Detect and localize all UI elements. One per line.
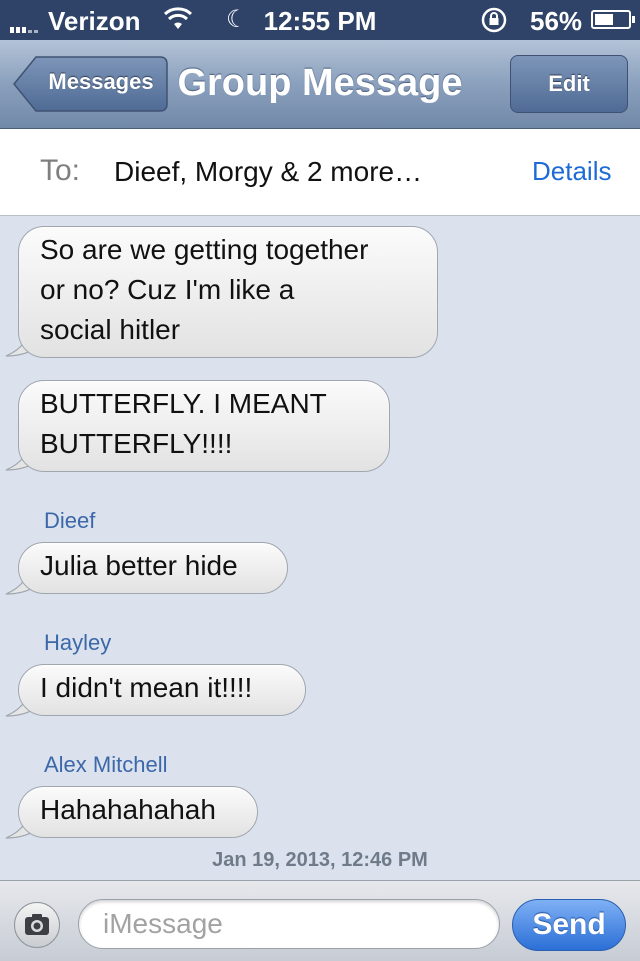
message-bubble-2[interactable]: BUTTERFLY. I MEANT BUTTERFLY!!!! xyxy=(18,380,390,472)
sender-name: Alex Mitchell xyxy=(44,752,168,777)
message-bubble-5[interactable]: Hahahahahah xyxy=(18,786,258,838)
sender-name: Hayley xyxy=(44,630,112,655)
message-line: Hahahahahah xyxy=(40,794,216,825)
battery-percent: 56% xyxy=(530,6,583,36)
message-line: BUTTERFLY!!!! xyxy=(40,428,233,459)
message-line: Julia better hide xyxy=(40,550,238,581)
message-bubble-4[interactable]: I didn't mean it!!!! xyxy=(18,664,306,716)
details-button[interactable]: Details xyxy=(532,156,611,187)
battery-icon xyxy=(591,10,635,29)
recipients-bar: To: Dieef, Morgy & 2 more… Details xyxy=(0,129,640,216)
message-input-container[interactable] xyxy=(78,899,500,949)
message-line: So are we getting together xyxy=(40,234,369,265)
send-button[interactable]: Send xyxy=(512,899,626,951)
edit-button[interactable]: Edit xyxy=(510,55,628,113)
status-bar: Verizon ☾ 12:55 PM 56% xyxy=(0,0,640,40)
message-timestamp: Jan 19, 2013, 12:46 PM xyxy=(212,849,428,871)
to-label: To: xyxy=(40,154,81,187)
compose-bar: Send xyxy=(0,880,640,961)
message-line: BUTTERFLY. I MEANT xyxy=(40,388,327,419)
navigation-bar: Messages Group Message Edit xyxy=(0,40,640,129)
camera-button[interactable] xyxy=(14,902,60,948)
message-line: I didn't mean it!!!! xyxy=(40,672,253,703)
camera-icon xyxy=(25,914,49,935)
message-input[interactable] xyxy=(101,908,485,940)
message-line: or no? Cuz I'm like a xyxy=(40,274,295,305)
sender-name: Dieef xyxy=(44,508,96,533)
message-bubble-1[interactable]: So are we getting together or no? Cuz I'… xyxy=(18,226,438,358)
message-line: social hitler xyxy=(40,314,181,345)
rotation-lock-icon xyxy=(481,7,507,33)
recipients-list[interactable]: Dieef, Morgy & 2 more… xyxy=(114,156,422,188)
message-bubble-3[interactable]: Julia better hide xyxy=(18,542,288,594)
